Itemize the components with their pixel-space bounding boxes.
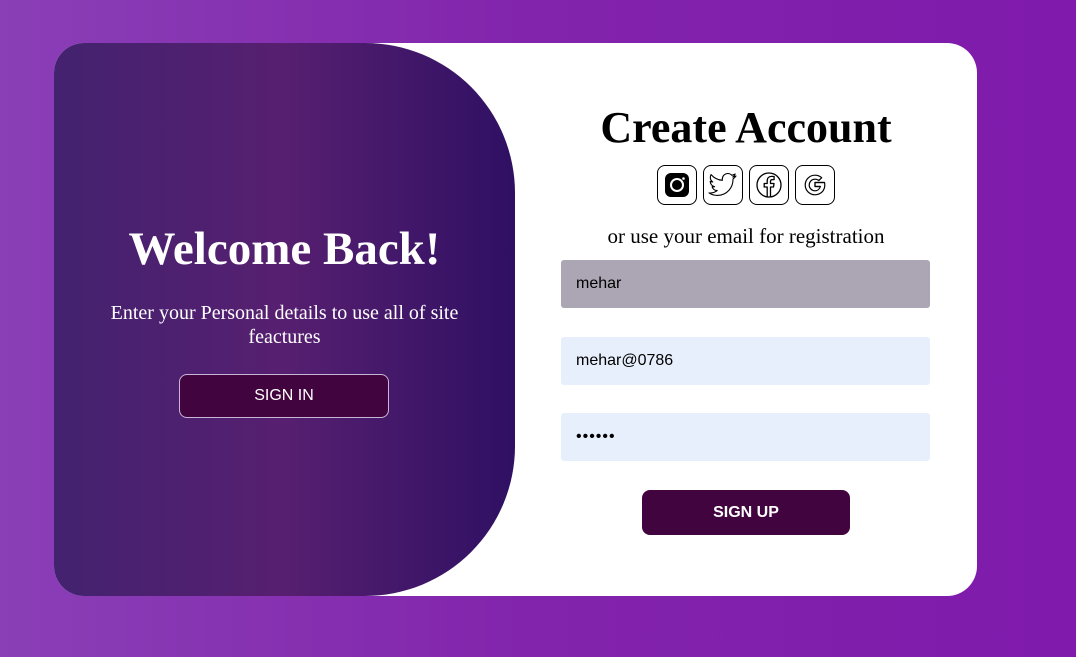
instagram-icon: [665, 173, 689, 197]
create-account-panel: Create Account or use your email for reg…: [515, 43, 977, 596]
create-account-title: Create Account: [600, 103, 892, 152]
instagram-button[interactable]: [657, 165, 697, 205]
facebook-button[interactable]: [749, 165, 789, 205]
sign-up-button[interactable]: SIGN UP: [642, 490, 850, 535]
social-login-row: [657, 165, 837, 205]
google-icon: [804, 174, 826, 196]
password-field[interactable]: [561, 413, 930, 461]
email-field[interactable]: [561, 337, 930, 385]
facebook-icon: [756, 172, 782, 198]
signup-card: Welcome Back! Enter your Personal detail…: [54, 43, 977, 596]
google-button[interactable]: [795, 165, 835, 205]
twitter-icon: [708, 172, 737, 196]
welcome-panel: Welcome Back! Enter your Personal detail…: [54, 43, 515, 596]
twitter-button[interactable]: [703, 165, 743, 205]
sign-in-button[interactable]: SIGN IN: [179, 374, 389, 418]
email-registration-hint: or use your email for registration: [607, 224, 885, 248]
name-field[interactable]: [561, 260, 930, 308]
welcome-title: Welcome Back!: [128, 223, 441, 275]
welcome-subtitle: Enter your Personal details to use all o…: [110, 302, 459, 348]
